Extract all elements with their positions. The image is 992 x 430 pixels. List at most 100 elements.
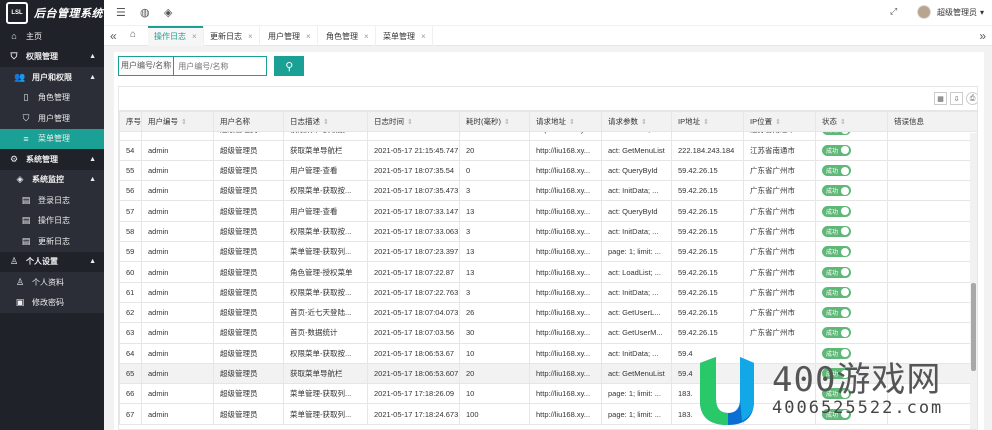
sort-icon[interactable]: ⇕ xyxy=(775,119,781,126)
table-cell-name: 超级管理员 xyxy=(213,362,284,385)
sort-icon[interactable]: ⇕ xyxy=(641,119,647,126)
sort-icon[interactable]: ⇕ xyxy=(181,119,187,126)
column-header-label: 序号 xyxy=(126,117,141,127)
table-cell-cost: 30 xyxy=(459,322,530,344)
status-toggle[interactable]: 成功 xyxy=(822,225,852,237)
table-row[interactable]: 56 admin 超级管理员 权限菜单-获取按... 2021-05-17 18:07:… xyxy=(119,180,977,202)
table-row[interactable]: 55 admin 超级管理员 用户管理-查看 2021-05-17 18:07:35.5… xyxy=(119,159,977,182)
table-cell-desc: 获取菜单导航栏 xyxy=(283,362,368,385)
table-cell-user_id: admin xyxy=(141,281,214,303)
table-cell-error xyxy=(887,281,977,303)
status-toggle[interactable]: 成功 xyxy=(822,165,852,177)
table-row[interactable]: 59 admin 超级管理员 菜单管理-获取列... 2021-05-17 18:07:… xyxy=(119,241,977,263)
table-cell-loc: 广东省广州市 xyxy=(743,159,816,182)
sidebar-item[interactable]: ◈ 系统监控 ▲ xyxy=(0,169,104,190)
sort-icon[interactable]: ⇕ xyxy=(323,119,329,126)
export-icon[interactable]: ⇩ xyxy=(950,92,963,105)
home-tab-icon[interactable]: ⌂ xyxy=(130,29,136,40)
table-cell-cost: 3 xyxy=(459,220,530,243)
sort-icon[interactable]: ⇕ xyxy=(703,119,709,126)
table-cell-url: http://liu168.xy... xyxy=(529,132,602,141)
table-cell-time: 2021-05-17 18:06:53.67 xyxy=(367,342,460,364)
status-toggle[interactable]: 成功 xyxy=(822,266,852,278)
column-header[interactable]: IP地址 ⇕ xyxy=(671,110,744,133)
sidebar-item[interactable]: ≡ 菜单管理 xyxy=(0,128,104,149)
status-toggle[interactable]: 成功 xyxy=(822,132,852,136)
table-row[interactable]: 63 admin 超级管理员 首页-数据统计 2021-05-17 18:07:03.5… xyxy=(119,322,977,344)
table-row[interactable]: admin超级管理员权限菜单-获取按...2021-05-17 21:15:45… xyxy=(119,132,977,141)
table-row[interactable]: 62 admin 超级管理员 首页-近七天登陆... 2021-05-17 18:07:… xyxy=(119,301,977,324)
tabs-next-icon[interactable]: » xyxy=(979,29,986,43)
column-header[interactable]: 状态 ⇕ xyxy=(815,110,888,133)
sidebar-item[interactable]: ⚙ 系统管理 ▲ xyxy=(0,149,104,170)
column-header[interactable]: 请求地址 ⇕ xyxy=(529,110,602,133)
status-toggle[interactable]: 成功 xyxy=(822,205,852,217)
column-header[interactable]: 日志描述 ⇕ xyxy=(283,110,368,133)
sidebar-item[interactable]: ⛉ 用户管理 xyxy=(0,108,104,129)
table-row[interactable]: 58 admin 超级管理员 权限菜单-获取按... 2021-05-17 18:07:… xyxy=(119,220,977,243)
table-cell-no: 59 xyxy=(119,241,142,263)
toggle-knob xyxy=(841,328,850,337)
sort-icon[interactable]: ⇕ xyxy=(504,119,510,126)
sidebar-item[interactable]: ▤ 操作日志 xyxy=(0,210,104,231)
tab-0[interactable]: 操作日志 × xyxy=(148,26,204,46)
close-icon[interactable]: × xyxy=(192,32,197,41)
sidebar-item[interactable]: ▣ 修改密码 xyxy=(0,292,104,313)
tab-4[interactable]: 菜单管理 × xyxy=(377,26,433,46)
table-cell-error xyxy=(887,301,977,324)
column-header[interactable]: 日志时间 ⇕ xyxy=(367,110,460,133)
column-header[interactable]: 序号 xyxy=(119,110,142,133)
column-header[interactable]: IP位置 ⇕ xyxy=(743,110,816,133)
tabs-prev-icon[interactable]: « xyxy=(110,29,117,43)
table-row[interactable]: 54 admin 超级管理员 获取菜单导航栏 2021-05-17 21:15:45.7… xyxy=(119,139,977,161)
sidebar-item-label: 个人设置 xyxy=(26,257,58,267)
sidebar-item[interactable]: ▤ 更新日志 xyxy=(0,231,104,252)
status-toggle[interactable]: 成功 xyxy=(822,246,852,258)
close-icon[interactable]: × xyxy=(306,32,311,41)
table-cell-ip: 59.42.26.15 xyxy=(671,281,744,303)
sidebar-item[interactable]: ⛉ 权限管理 ▲ xyxy=(0,47,104,68)
tab-1[interactable]: 更新日志 × xyxy=(204,26,260,46)
close-icon[interactable]: × xyxy=(248,32,253,41)
sort-icon[interactable]: ⇕ xyxy=(569,119,575,126)
close-icon[interactable]: × xyxy=(421,32,426,41)
close-icon[interactable]: × xyxy=(364,32,369,41)
fullscreen-icon[interactable]: ⤢ xyxy=(890,6,897,17)
column-header[interactable]: 用户名称 xyxy=(213,110,284,133)
tab-2[interactable]: 用户管理 × xyxy=(262,26,318,46)
column-header[interactable]: 用户编号 ⇕ xyxy=(141,110,214,133)
search-input[interactable] xyxy=(173,56,268,76)
columns-filter-icon[interactable]: ▦ xyxy=(934,92,947,105)
avatar xyxy=(916,5,931,19)
table-row[interactable]: 60 admin 超级管理员 角色管理-授权菜单 2021-05-17 18:07:22… xyxy=(119,261,977,283)
status-toggle[interactable]: 成功 xyxy=(822,307,852,319)
table-cell-name: 超级管理员 xyxy=(213,200,284,222)
layers-icon[interactable]: ◈ xyxy=(164,6,172,19)
table-row[interactable]: 61 admin 超级管理员 权限菜单-获取按... 2021-05-17 18:07:… xyxy=(119,281,977,303)
user-menu[interactable]: 超级管理员 ▾ xyxy=(916,5,984,19)
sort-icon[interactable]: ⇕ xyxy=(407,119,413,126)
table-cell-status: 成功 xyxy=(815,139,888,161)
table-cell-user_id: admin xyxy=(141,132,214,141)
status-toggle[interactable]: 成功 xyxy=(822,327,852,339)
sidebar-item[interactable]: ♙ 个人资料 xyxy=(0,272,104,293)
tab-3[interactable]: 角色管理 × xyxy=(320,26,376,46)
sidebar-item[interactable]: ▤ 登录日志 xyxy=(0,190,104,211)
print-icon[interactable]: ⎙ xyxy=(966,92,977,105)
column-header[interactable]: 错误信息 xyxy=(887,110,977,133)
sort-icon[interactable]: ⇕ xyxy=(840,119,846,126)
status-toggle[interactable]: 成功 xyxy=(822,286,852,298)
table-row[interactable]: 57 admin 超级管理员 用户管理-查看 2021-05-17 18:07:33.1… xyxy=(119,200,977,222)
status-toggle[interactable]: 成功 xyxy=(822,185,852,197)
status-toggle[interactable]: 成功 xyxy=(822,144,852,156)
sidebar-item[interactable]: ⌂ 主页 xyxy=(0,26,104,47)
menu-toggle-icon[interactable]: ☰ xyxy=(116,6,126,19)
globe-icon[interactable]: ◍ xyxy=(140,6,150,19)
column-header[interactable]: 请求参数 ⇕ xyxy=(601,110,672,133)
column-header[interactable]: 耗时(毫秒) ⇕ xyxy=(459,110,530,133)
sidebar-item[interactable]: 👥 用户和权限 ▲ xyxy=(0,67,104,88)
search-button[interactable]: ⚲ xyxy=(274,56,305,76)
sidebar-item[interactable]: ♙ 个人设置 ▲ xyxy=(0,252,104,273)
sidebar-item[interactable]: ▯ 角色管理 xyxy=(0,87,104,108)
lock-icon: ▣ xyxy=(15,297,25,308)
